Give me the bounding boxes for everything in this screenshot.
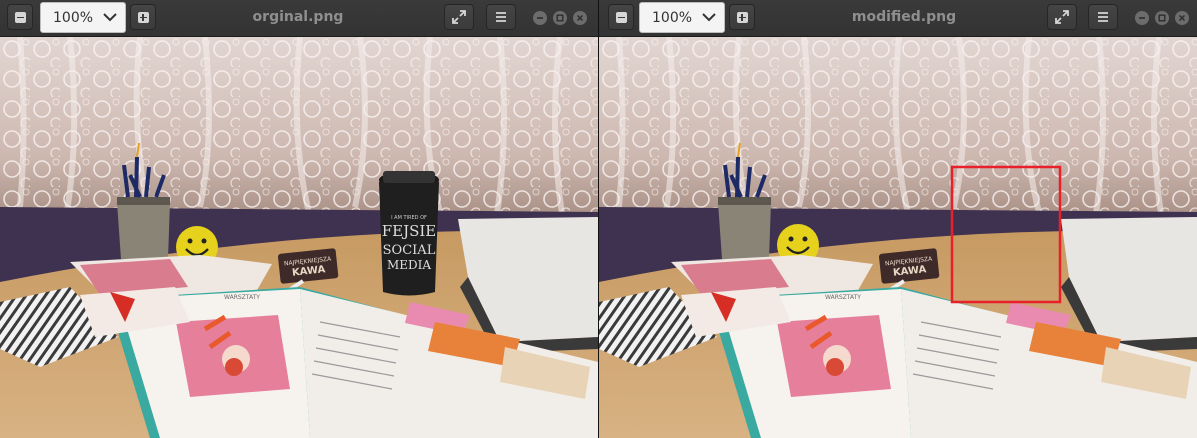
desk-photo: NAJPIĘKNIEJSZA KAWA I AM TIRED OF FEJSIE… (0, 37, 598, 438)
mug-text-line3: SOCIAL (383, 243, 436, 258)
hamburger-menu-icon (1098, 12, 1108, 22)
close-window-button[interactable] (573, 11, 587, 25)
zoom-in-button[interactable] (130, 4, 156, 30)
mug-text-line4: MEDIA (387, 258, 431, 272)
desk-photo-modified: NAJPIĘKNIEJSZA KAWA WARSZTATY (599, 37, 1197, 438)
zoom-in-button[interactable] (729, 4, 755, 30)
maximize-icon (556, 14, 564, 22)
menu-button[interactable] (486, 4, 516, 30)
plus-icon (736, 11, 748, 23)
mug-text-line1: I AM TIRED OF (391, 215, 427, 221)
minimize-window-button[interactable] (1135, 11, 1149, 25)
book-header-text: WARSZTATY (825, 294, 861, 301)
zoom-dropdown[interactable]: 100% (40, 2, 126, 33)
close-icon (576, 14, 584, 22)
zoom-out-button[interactable] (608, 4, 634, 30)
minus-icon (14, 11, 26, 23)
fullscreen-icon (452, 10, 466, 24)
fullscreen-icon (1055, 10, 1069, 24)
close-icon (1178, 14, 1186, 22)
maximize-window-button[interactable] (1155, 11, 1169, 25)
minimize-icon (1139, 17, 1145, 19)
minus-icon (615, 11, 627, 23)
chevron-down-icon (103, 13, 117, 22)
minimize-icon (537, 17, 543, 19)
zoom-value: 100% (53, 10, 94, 26)
maximize-icon (1158, 14, 1166, 22)
title-bar: 100% modified.png (599, 0, 1197, 37)
zoom-value: 100% (652, 10, 693, 26)
title-bar: 100% orginal.png (0, 0, 598, 37)
zoom-dropdown[interactable]: 100% (639, 2, 725, 33)
viewer-window-modified: 100% modified.png NAJPIĘKNIEJSZA KAWA WA… (599, 0, 1197, 438)
mug-text-line2: FEJSIE (382, 222, 437, 240)
image-canvas: NAJPIĘKNIEJSZA KAWA WARSZTATY (599, 37, 1197, 438)
plus-icon (137, 11, 149, 23)
fullscreen-button[interactable] (444, 4, 474, 30)
menu-button[interactable] (1088, 4, 1118, 30)
close-window-button[interactable] (1175, 11, 1189, 25)
maximize-window-button[interactable] (553, 11, 567, 25)
image-canvas: NAJPIĘKNIEJSZA KAWA I AM TIRED OF FEJSIE… (0, 37, 598, 438)
hamburger-menu-icon (496, 12, 506, 22)
book-header-text: WARSZTATY (224, 294, 260, 301)
zoom-out-button[interactable] (7, 4, 33, 30)
minimize-window-button[interactable] (533, 11, 547, 25)
fullscreen-button[interactable] (1047, 4, 1077, 30)
viewer-window-original: 100% orginal.png NAJPIĘKNIEJSZA KAWA I A… (0, 0, 598, 438)
window-title: modified.png (851, 9, 957, 25)
chevron-down-icon (702, 13, 716, 22)
window-title: orginal.png (252, 9, 344, 25)
